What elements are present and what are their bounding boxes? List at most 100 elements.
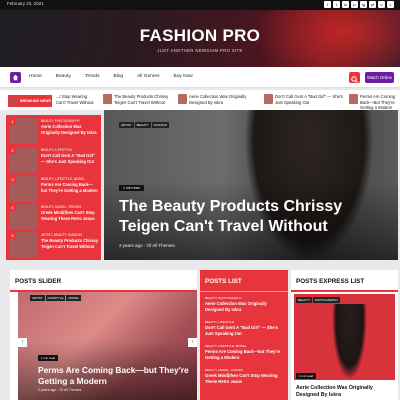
ticker-item[interactable]: Perms Are Coming Back—But They're Gettin… bbox=[360, 94, 398, 111]
nav-items: Home Beauty Trends Blog All Genres Buy N… bbox=[29, 74, 207, 79]
list-item[interactable]: BEAUTY, MODEL, TRENDS Greek Mind(then Ca… bbox=[205, 368, 285, 384]
tag-artist[interactable]: ARTIST bbox=[119, 122, 134, 128]
post-title[interactable]: Aerie Collection Was Originally Designed… bbox=[205, 301, 285, 312]
instagram-icon[interactable]: ig bbox=[360, 1, 367, 8]
list-item[interactable]: BEAUTY, LIFESTYLE Don't Call Gent A "Bad… bbox=[205, 320, 285, 336]
read-time: 1 min read bbox=[296, 373, 317, 379]
post-category[interactable]: BEAUTY, PHOTOGRAPHY bbox=[205, 296, 285, 300]
post-tags: ARTIST LIFESTYLE MODEL bbox=[30, 295, 82, 301]
posts-express-section: POSTS EXPRESS LIST BEAUTY PHOTOGRAPHY 1 … bbox=[291, 270, 398, 400]
linkedin-icon[interactable]: in bbox=[342, 1, 349, 8]
section-header: POSTS EXPRESS LIST bbox=[291, 270, 398, 292]
rank-number: 4 bbox=[9, 204, 16, 211]
list-item[interactable]: 2 BEAUTY, LIFESTYLE Don't Call Gent A "B… bbox=[8, 146, 99, 174]
tag-artist[interactable]: ARTIST bbox=[30, 295, 45, 301]
rank-number: 3 bbox=[9, 176, 16, 183]
tag-lifestyle[interactable]: LIFESTYLE bbox=[45, 295, 66, 301]
ticker-thumbnail[interactable] bbox=[349, 94, 358, 104]
ticker-item[interactable]: The Beauty Products Chrissy Teigen Can't… bbox=[114, 94, 174, 105]
list-item[interactable]: BEAUTY, PHOTOGRAPHY Aerie Collection Was… bbox=[205, 296, 285, 312]
facebook-icon[interactable]: f bbox=[324, 1, 331, 8]
top-bar: February 23, 2021 f t in p ig yt v r bbox=[0, 0, 400, 10]
post-category[interactable]: BEAUTY, LIFESTYLE bbox=[41, 148, 72, 152]
express-title[interactable]: Aerie Collection Was Originally Designed… bbox=[296, 385, 396, 399]
rank-number: 2 bbox=[9, 147, 16, 154]
ticker-item[interactable]: Don't Call Gent A "Bad Girl" — She's Jus… bbox=[275, 94, 345, 105]
post-category[interactable]: BEAUTY, LIFESTYLE, MODEL bbox=[205, 344, 285, 348]
chevron-right-icon[interactable]: › bbox=[188, 338, 197, 347]
ticker-thumbnail[interactable] bbox=[264, 94, 273, 104]
nav-item-all-genres[interactable]: All Genres bbox=[137, 74, 159, 79]
youtube-icon[interactable]: yt bbox=[369, 1, 376, 8]
post-title[interactable]: Perms Are Coming Back—but They're Gettin… bbox=[205, 349, 285, 360]
list-item[interactable]: BEAUTY, LIFESTYLE, MODEL Perms Are Comin… bbox=[205, 344, 285, 360]
current-date: February 23, 2021 bbox=[7, 1, 44, 6]
post-category[interactable]: ARTIST, BEAUTY, FASHION bbox=[41, 233, 82, 237]
tag-fashion[interactable]: FASHION bbox=[151, 122, 169, 128]
badge-label: BREAKING NEWS bbox=[20, 99, 51, 103]
ticker-thumbnail[interactable] bbox=[178, 94, 187, 104]
ticker-item[interactable]: ...t Stop Wearing Can't Travel Without bbox=[56, 94, 96, 105]
list-item[interactable]: 5 ARTIST, BEAUTY, FASHION The Beauty Pro… bbox=[8, 231, 99, 259]
trending-list: 1 BEAUTY, PHOTOGRAPHY Aerie Collection W… bbox=[6, 115, 101, 260]
pinterest-icon[interactable]: p bbox=[351, 1, 358, 8]
post-category[interactable]: BEAUTY, LIFESTYLE bbox=[205, 320, 285, 324]
post-tags: BEAUTY PHOTOGRAPHY bbox=[296, 297, 341, 303]
post-category[interactable]: BEAUTY, MODEL, TRENDS bbox=[205, 368, 285, 372]
post-category[interactable]: BEAUTY, LIFESTYLE, MODEL bbox=[41, 177, 85, 181]
list-item[interactable]: 1 BEAUTY, PHOTOGRAPHY Aerie Collection W… bbox=[8, 117, 99, 145]
post-title[interactable]: The Beauty Products Chrissy Teigen Can't… bbox=[41, 238, 99, 249]
vimeo-icon[interactable]: v bbox=[378, 1, 385, 8]
post-title[interactable]: Perms Are Coming Back—but They're Gettin… bbox=[41, 182, 99, 193]
nav-item-blog[interactable]: Blog bbox=[114, 74, 124, 79]
posts-slider-section: POSTS SLIDER ARTIST LIFESTYLE MODEL ‹ › … bbox=[10, 270, 197, 400]
tag-beauty[interactable]: BEAUTY bbox=[296, 297, 313, 303]
tag-beauty[interactable]: BEAUTY bbox=[134, 122, 151, 128]
post-meta: 2 years ago · Of All Themes bbox=[119, 243, 175, 248]
watch-online-button[interactable]: Watch Online bbox=[365, 72, 394, 83]
section-title: POSTS LIST bbox=[205, 278, 242, 285]
post-title[interactable]: Don't Call Gent A "Bad Girl" — She's Jus… bbox=[41, 153, 99, 164]
rss-icon[interactable]: r bbox=[387, 1, 394, 8]
breaking-news-badge: BREAKING NEWS bbox=[8, 95, 52, 107]
ticker-thumbnail[interactable] bbox=[103, 94, 112, 104]
search-icon[interactable] bbox=[349, 72, 360, 83]
nav-item-buy-now[interactable]: Buy Now bbox=[174, 74, 193, 79]
ticker-item[interactable]: Aerie Collection Was Originally Designed… bbox=[189, 94, 249, 105]
express-image[interactable] bbox=[294, 294, 395, 380]
section-title: POSTS SLIDER bbox=[15, 278, 62, 285]
social-links: f t in p ig yt v r bbox=[324, 1, 394, 8]
read-time: 1 min read bbox=[38, 355, 59, 361]
read-time: 1 min read bbox=[119, 185, 144, 191]
site-title[interactable]: FASHION PRO bbox=[0, 26, 400, 46]
post-title[interactable]: Greek Mind(then Can't Stop Wearing These… bbox=[205, 373, 285, 384]
section-title: POSTS EXPRESS LIST bbox=[296, 278, 365, 285]
chevron-left-icon[interactable]: ‹ bbox=[18, 338, 27, 347]
section-header: POSTS SLIDER bbox=[10, 270, 197, 292]
rank-number: 1 bbox=[9, 118, 16, 125]
tag-photography[interactable]: PHOTOGRAPHY bbox=[313, 297, 341, 303]
site-tagline: JUST ANOTHER NEWSIUM PRO SITE bbox=[157, 48, 243, 53]
nav-item-home[interactable]: Home bbox=[29, 74, 42, 79]
post-title[interactable]: Aerie Collection Was Originally Designed… bbox=[41, 124, 99, 135]
featured-post[interactable]: ARTIST BEAUTY FASHION 1 min read The Bea… bbox=[104, 110, 398, 260]
post-category[interactable]: BEAUTY, MODEL, TRENDS bbox=[41, 205, 81, 209]
slider-title[interactable]: Perms Are Coming Back—but They're Gettin… bbox=[38, 365, 208, 387]
tag-model[interactable]: MODEL bbox=[66, 295, 82, 301]
featured-title[interactable]: The Beauty Products Chrissy Teigen Can't… bbox=[119, 197, 389, 237]
post-title[interactable]: Don't Call Gent A "Bad Girl" — She's Jus… bbox=[205, 325, 285, 336]
posts-list-section: POSTS LIST BEAUTY, PHOTOGRAPHY Aerie Col… bbox=[200, 270, 288, 400]
list-item[interactable]: 3 BEAUTY, LIFESTYLE, MODEL Perms Are Com… bbox=[8, 175, 99, 203]
main-nav: Home Beauty Trends Blog All Genres Buy N… bbox=[0, 67, 400, 88]
model-figure bbox=[332, 304, 367, 380]
nav-item-trends[interactable]: Trends bbox=[85, 74, 100, 79]
post-title[interactable]: Greek Mind(then Can't Stop Wearing These… bbox=[41, 210, 99, 221]
post-category[interactable]: BEAUTY, PHOTOGRAPHY bbox=[41, 119, 80, 123]
badge-thumbnail bbox=[10, 97, 18, 105]
home-icon[interactable] bbox=[10, 72, 21, 83]
rank-number: 5 bbox=[9, 232, 16, 239]
list-item[interactable]: 4 BEAUTY, MODEL, TRENDS Greek Mind(then … bbox=[8, 203, 99, 231]
breaking-news-ticker: BREAKING NEWS ...t Stop Wearing Can't Tr… bbox=[0, 90, 400, 110]
twitter-icon[interactable]: t bbox=[333, 1, 340, 8]
nav-item-beauty[interactable]: Beauty bbox=[56, 74, 71, 79]
